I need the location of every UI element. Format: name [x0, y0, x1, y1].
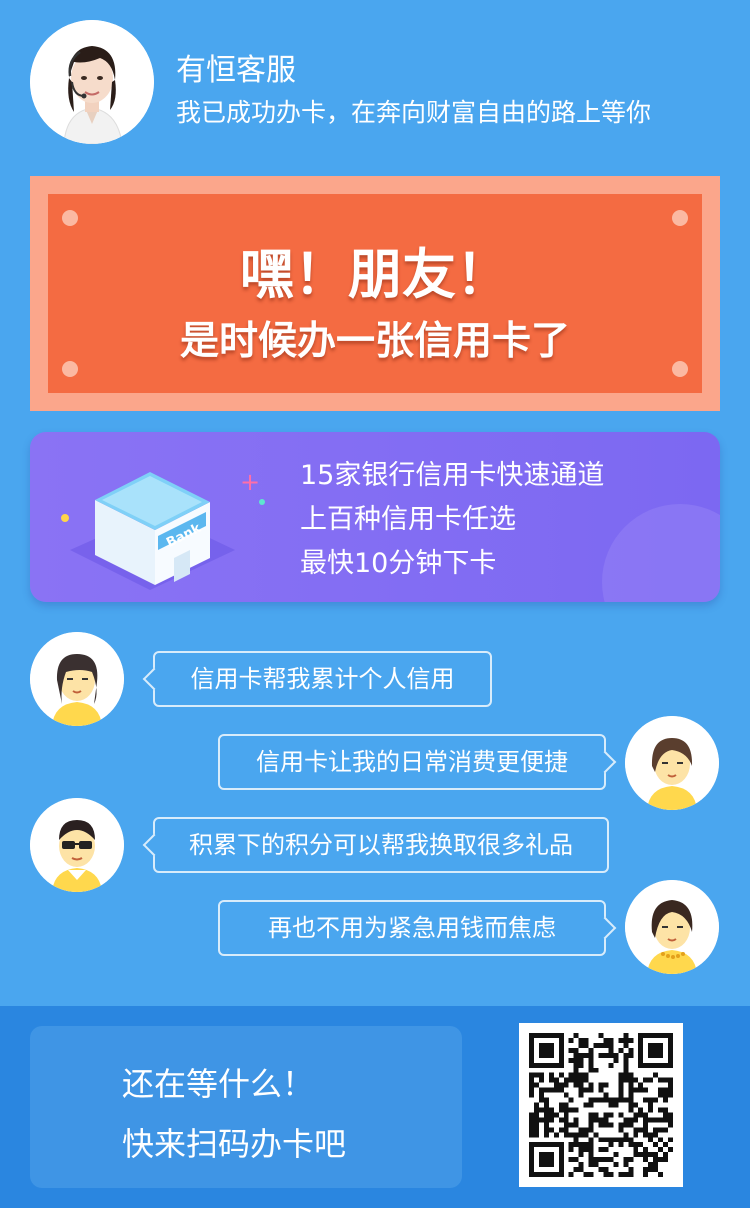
chat-bubble: 信用卡帮我累计个人信用 — [153, 651, 492, 707]
user-avatar-woman-icon — [625, 880, 719, 974]
cta-line-1: 还在等什么！ — [122, 1065, 315, 1103]
corner-dot-icon — [62, 210, 78, 226]
chat-message: 信用卡帮我累计个人信用 — [190, 665, 455, 693]
bank-feature-item: 15家银行信用卡快速通道 — [300, 460, 605, 491]
customer-service-title: 有恒客服 — [176, 53, 296, 88]
header: 有恒客服 我已成功办卡，在奔向财富自由的路上等你 — [0, 0, 750, 170]
banner-subheadline: 是时候办一张信用卡了 — [179, 319, 570, 364]
bank-feature-list: 15家银行信用卡快速通道 上百种信用卡任选 最快10分钟下卡 — [300, 454, 604, 586]
user-avatar-woman-icon — [625, 716, 719, 810]
svg-text:+: + — [240, 468, 260, 496]
bank-building-icon: + Bank — [61, 468, 265, 590]
cta-panel: 还在等什么！ 快来扫码办卡吧 — [30, 1026, 462, 1188]
cta-line-2: 快来扫码办卡吧 — [122, 1125, 347, 1163]
bank-feature-item: 上百种信用卡任选 — [300, 504, 516, 535]
user-avatar-man-sunglasses-icon — [30, 798, 124, 892]
promo-banner: 嘿！朋友！ 是时候办一张信用卡了 — [30, 176, 720, 411]
footer: 还在等什么！ 快来扫码办卡吧 — [0, 1006, 750, 1208]
promo-banner-panel: 嘿！朋友！ 是时候办一张信用卡了 — [48, 194, 702, 393]
chat-bubble: 再也不用为紧急用钱而焦虑 — [218, 900, 606, 956]
corner-dot-icon — [672, 210, 688, 226]
user-avatar-woman-icon — [30, 632, 124, 726]
banner-headline: 嘿！朋友！ — [240, 243, 510, 306]
chat-message: 信用卡让我的日常消费更便捷 — [256, 748, 568, 776]
bank-feature-item: 最快10分钟下卡 — [300, 548, 497, 579]
chat-bubble: 积累下的积分可以帮我换取很多礼品 — [153, 817, 609, 873]
chat-message: 再也不用为紧急用钱而焦虑 — [268, 914, 556, 942]
qr-code-icon[interactable] — [519, 1023, 683, 1187]
customer-service-subtitle: 我已成功办卡，在奔向财富自由的路上等你 — [176, 98, 652, 127]
chat-message: 积累下的积分可以帮我换取很多礼品 — [189, 831, 573, 859]
chat-bubble: 信用卡让我的日常消费更便捷 — [218, 734, 606, 790]
customer-service-avatar — [30, 20, 154, 144]
decor-circle-icon — [602, 504, 720, 602]
bank-feature-card: + Bank 15家银行信用卡快速通道 上百种信用卡任选 最快10分钟下卡 — [30, 432, 720, 602]
